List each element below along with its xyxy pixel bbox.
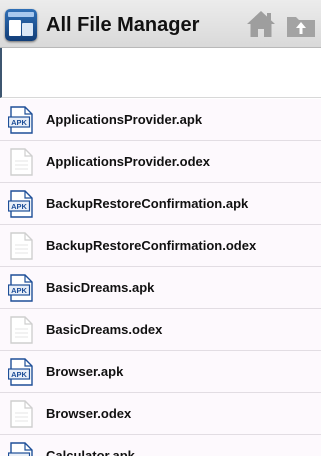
file-row[interactable]: APK Calculator.apk xyxy=(0,435,321,456)
file-list: APK ApplicationsProvider.apk ApplicationsP… xyxy=(0,99,321,456)
file-name: Browser.apk xyxy=(46,364,124,379)
file-row[interactable]: BackupRestoreConfirmation.odex xyxy=(0,225,321,267)
folder-up-icon xyxy=(287,17,315,37)
apk-file-icon: APK xyxy=(7,358,34,386)
file-row[interactable]: APK Browser.apk xyxy=(0,351,321,393)
file-name: BasicDreams.apk xyxy=(46,280,155,295)
file-name: BackupRestoreConfirmation.apk xyxy=(46,196,249,211)
apk-file-icon: APK xyxy=(7,274,34,302)
app-title: All File Manager xyxy=(46,14,200,36)
file-row[interactable]: ApplicationsProvider.odex xyxy=(0,141,321,183)
file-name: Calculator.apk xyxy=(46,448,135,456)
apk-file-icon: APK xyxy=(7,190,34,218)
file-name: ApplicationsProvider.apk xyxy=(46,112,203,127)
generic-file-icon xyxy=(8,400,34,428)
app-bar: All File Manager xyxy=(0,0,321,48)
file-row[interactable]: BasicDreams.odex xyxy=(0,309,321,351)
file-manager-app-icon xyxy=(5,9,37,41)
apk-file-icon: APK xyxy=(7,442,34,456)
home-icon xyxy=(247,11,275,37)
folder-up-button[interactable] xyxy=(285,8,317,40)
path-bar xyxy=(0,48,321,98)
file-name: BasicDreams.odex xyxy=(46,322,163,337)
generic-file-icon xyxy=(8,316,34,344)
generic-file-icon xyxy=(8,232,34,260)
apk-icon-label: APK xyxy=(11,370,27,379)
file-row[interactable]: APK BasicDreams.apk xyxy=(0,267,321,309)
apk-icon-label: APK xyxy=(11,286,27,295)
generic-file-icon xyxy=(8,148,34,176)
file-row[interactable]: APK ApplicationsProvider.apk xyxy=(0,99,321,141)
apk-file-icon: APK xyxy=(7,106,34,134)
file-name: BackupRestoreConfirmation.odex xyxy=(46,238,257,253)
apk-icon-label: APK xyxy=(11,202,27,211)
file-row[interactable]: Browser.odex xyxy=(0,393,321,435)
file-name: ApplicationsProvider.odex xyxy=(46,154,210,169)
apk-icon-label: APK xyxy=(11,118,27,127)
home-button[interactable] xyxy=(245,8,277,40)
file-row[interactable]: APK BackupRestoreConfirmation.apk xyxy=(0,183,321,225)
file-name: Browser.odex xyxy=(46,406,132,421)
